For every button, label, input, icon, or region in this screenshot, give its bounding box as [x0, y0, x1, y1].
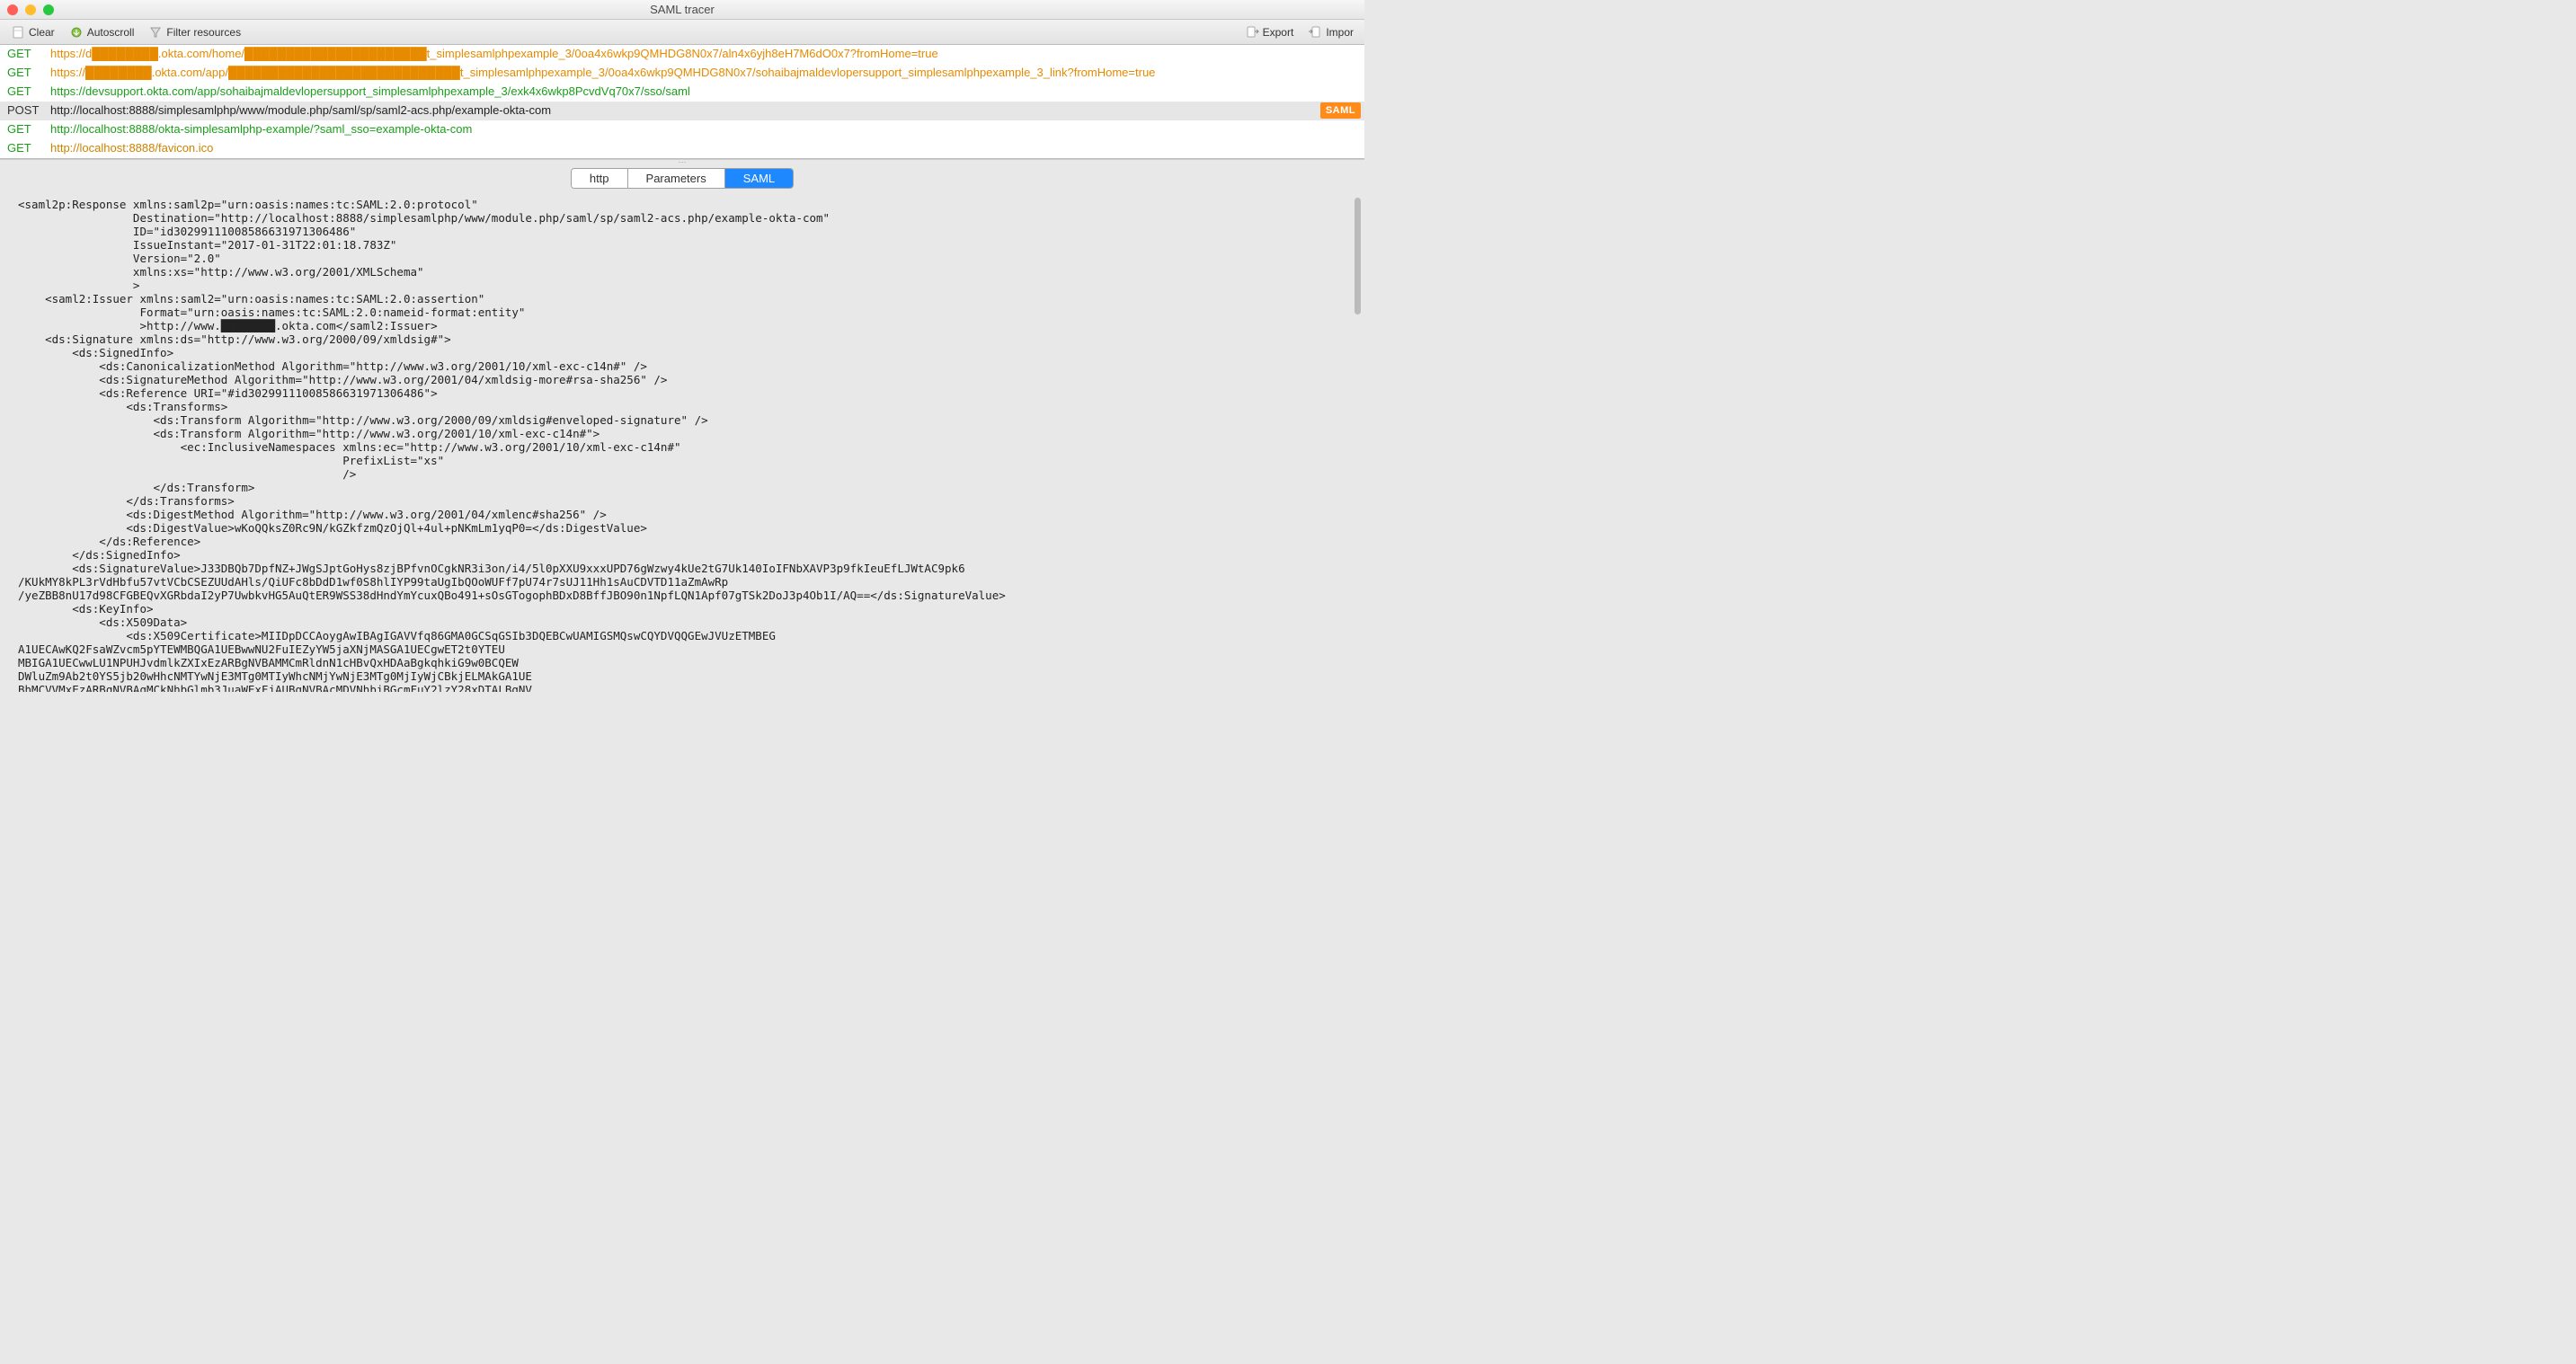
autoscroll-button[interactable]: Autoscroll — [64, 23, 140, 41]
request-method: GET — [7, 65, 50, 81]
export-label: Export — [1263, 26, 1294, 39]
minimize-window-button[interactable] — [25, 4, 36, 15]
import-label: Impor — [1326, 26, 1354, 39]
import-button[interactable]: Impor — [1302, 23, 1359, 41]
request-method: POST — [7, 102, 50, 119]
request-url: https://d████████.okta.com/home/████████… — [50, 46, 1357, 62]
filter-resources-button[interactable]: Filter resources — [143, 23, 246, 41]
content-scroll[interactable]: <saml2p:Response xmlns:saml2p="urn:oasis… — [18, 198, 1346, 692]
clear-button[interactable]: Clear — [5, 23, 60, 41]
detail-tabs: http Parameters SAML — [0, 164, 1364, 189]
autoscroll-icon — [69, 25, 84, 40]
tab-segment-control: http Parameters SAML — [571, 168, 794, 189]
filter-label: Filter resources — [166, 26, 241, 39]
request-url: https://████████.okta.com/app/██████████… — [50, 65, 1357, 81]
request-row[interactable]: GEThttp://localhost:8888/favicon.ico — [0, 139, 1364, 158]
autoscroll-label: Autoscroll — [87, 26, 135, 39]
filter-icon — [148, 25, 163, 40]
request-row[interactable]: GEThttps://████████.okta.com/app/███████… — [0, 64, 1364, 83]
window-title: SAML tracer — [0, 3, 1364, 16]
request-url: http://localhost:8888/simplesamlphp/www/… — [50, 102, 1357, 119]
zoom-window-button[interactable] — [43, 4, 54, 15]
traffic-lights — [0, 4, 54, 15]
request-url: http://localhost:8888/favicon.ico — [50, 140, 1357, 156]
clear-icon — [11, 25, 25, 40]
saml-badge: SAML — [1320, 102, 1361, 119]
request-row[interactable]: GEThttps://d████████.okta.com/home/█████… — [0, 45, 1364, 64]
request-method: GET — [7, 140, 50, 156]
saml-xml-content: <saml2p:Response xmlns:saml2p="urn:oasis… — [18, 198, 1346, 692]
tab-saml[interactable]: SAML — [725, 169, 793, 188]
clear-label: Clear — [29, 26, 55, 39]
import-icon — [1308, 25, 1322, 40]
export-button[interactable]: Export — [1239, 23, 1300, 41]
request-method: GET — [7, 84, 50, 100]
content-area: <saml2p:Response xmlns:saml2p="urn:oasis… — [0, 189, 1364, 692]
request-row[interactable]: GEThttp://localhost:8888/okta-simplesaml… — [0, 120, 1364, 139]
toolbar: Clear Autoscroll Filter resources Export… — [0, 20, 1364, 45]
tab-http[interactable]: http — [572, 169, 628, 188]
request-row[interactable]: GEThttps://devsupport.okta.com/app/sohai… — [0, 83, 1364, 102]
request-method: GET — [7, 121, 50, 137]
request-row[interactable]: POSThttp://localhost:8888/simplesamlphp/… — [0, 102, 1364, 120]
titlebar: SAML tracer — [0, 0, 1364, 20]
scrollbar-thumb[interactable] — [1355, 198, 1361, 314]
request-url: http://localhost:8888/okta-simplesamlphp… — [50, 121, 1357, 137]
request-method: GET — [7, 46, 50, 62]
export-icon — [1245, 25, 1259, 40]
request-list[interactable]: GEThttps://d████████.okta.com/home/█████… — [0, 45, 1364, 159]
close-window-button[interactable] — [7, 4, 18, 15]
request-url: https://devsupport.okta.com/app/sohaibaj… — [50, 84, 1357, 100]
tab-parameters[interactable]: Parameters — [628, 169, 725, 188]
